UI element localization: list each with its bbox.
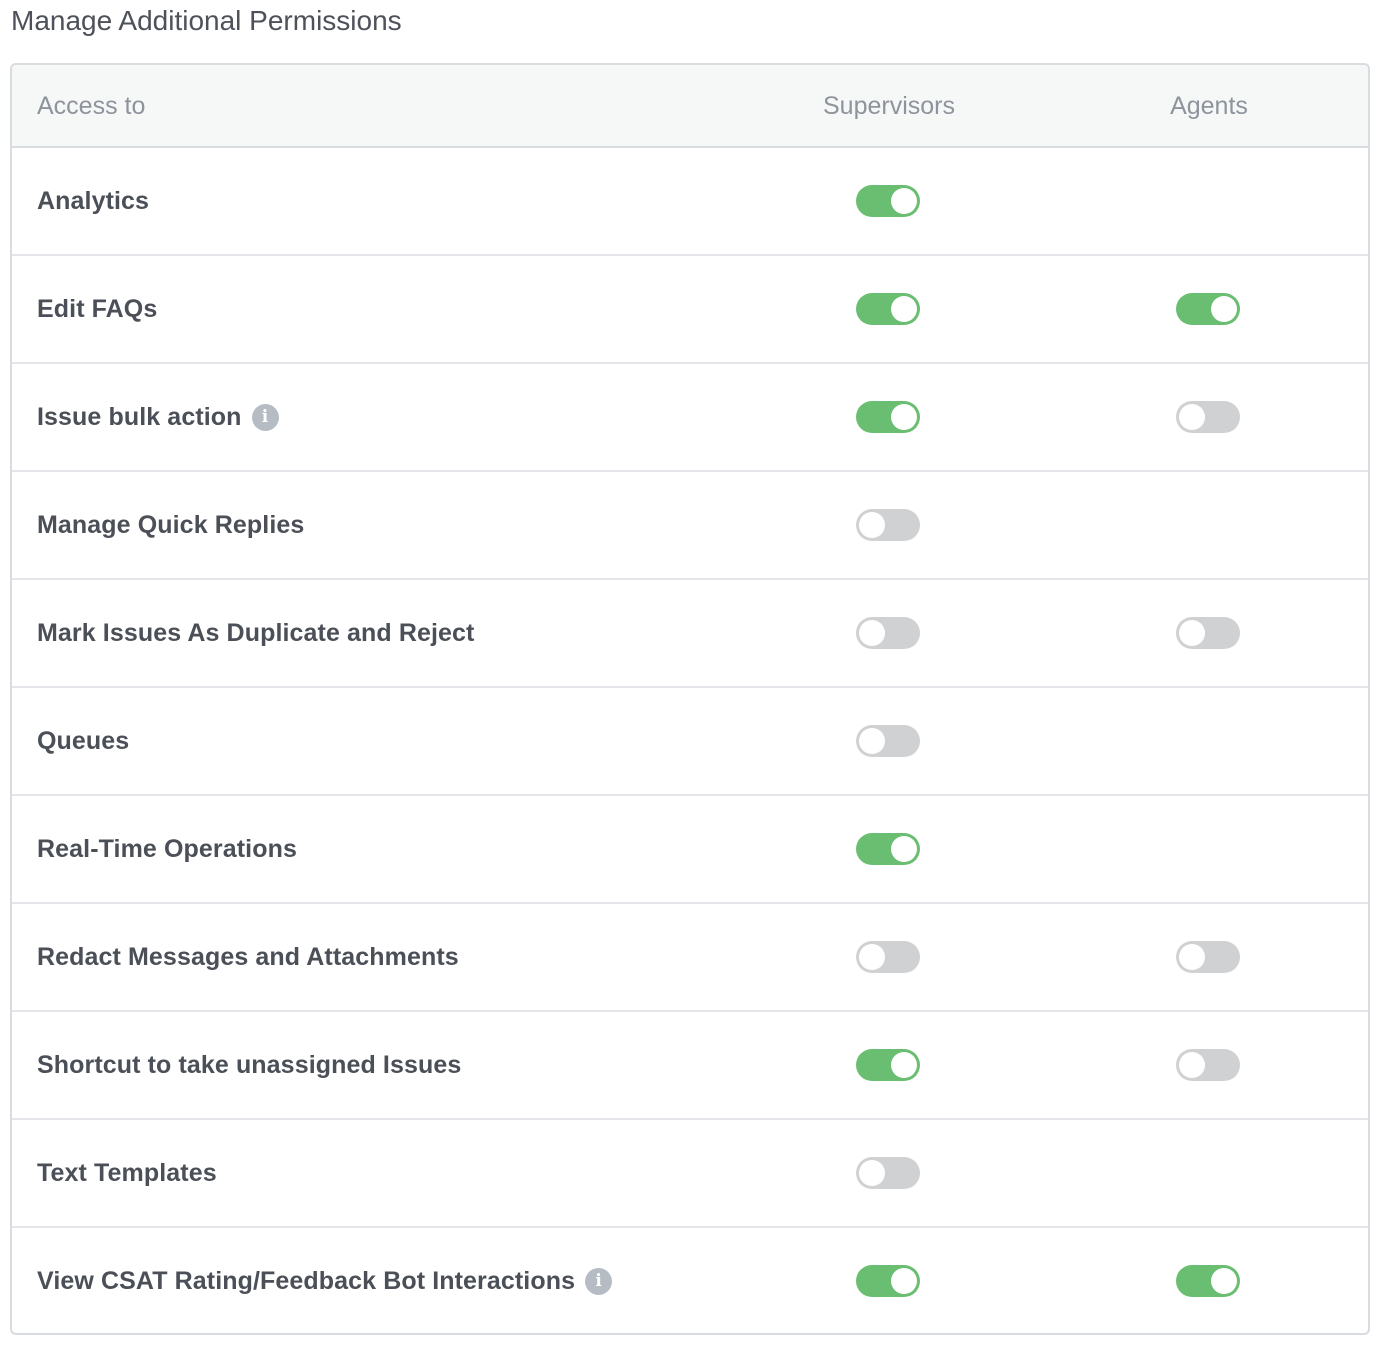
- permission-label: Queuesi: [37, 688, 129, 794]
- toggle-knob: [1211, 1268, 1237, 1294]
- supervisors-toggle[interactable]: [856, 1265, 920, 1297]
- supervisors-toggle[interactable]: [856, 725, 920, 757]
- agents-cell: [1176, 364, 1240, 470]
- table-row: Manage Quick Repliesi: [12, 472, 1368, 580]
- table-header: Access to Supervisors Agents: [12, 65, 1368, 148]
- permission-label: Mark Issues As Duplicate and Rejecti: [37, 580, 474, 686]
- permission-name: Redact Messages and Attachments: [37, 942, 459, 971]
- toggle-knob: [1211, 296, 1237, 322]
- permission-name: Edit FAQs: [37, 294, 158, 323]
- info-icon[interactable]: i: [251, 403, 279, 431]
- supervisors-cell: [856, 256, 920, 362]
- permission-label: View CSAT Rating/Feedback Bot Interactio…: [37, 1228, 613, 1333]
- permission-label: Manage Quick Repliesi: [37, 472, 304, 578]
- permission-label: Real-Time Operationsi: [37, 796, 297, 902]
- page-title: Manage Additional Permissions: [11, 5, 402, 36]
- supervisors-toggle[interactable]: [856, 833, 920, 865]
- supervisors-cell: [856, 472, 920, 578]
- agents-cell: [1176, 1228, 1240, 1333]
- permission-label: Analyticsi: [37, 148, 149, 254]
- toggle-knob: [891, 836, 917, 862]
- toggle-knob: [1179, 1052, 1205, 1078]
- agents-cell: [1176, 904, 1240, 1010]
- supervisors-toggle[interactable]: [856, 401, 920, 433]
- toggle-knob: [1179, 620, 1205, 646]
- agents-cell: [1176, 1012, 1240, 1118]
- toggle-knob: [859, 728, 885, 754]
- toggle-knob: [859, 944, 885, 970]
- agents-toggle[interactable]: [1176, 941, 1240, 973]
- toggle-knob: [891, 188, 917, 214]
- supervisors-cell: [856, 688, 920, 794]
- permission-name: Mark Issues As Duplicate and Reject: [37, 618, 475, 647]
- table-row: Shortcut to take unassigned Issuesi: [12, 1012, 1368, 1120]
- permission-name: Manage Quick Replies: [37, 510, 305, 539]
- toggle-knob: [1179, 944, 1205, 970]
- table-row: Real-Time Operationsi: [12, 796, 1368, 904]
- toggle-knob: [859, 1160, 885, 1186]
- supervisors-toggle[interactable]: [856, 1157, 920, 1189]
- permission-name: Text Templates: [37, 1158, 217, 1187]
- table-row: Edit FAQsi: [12, 256, 1368, 364]
- supervisors-cell: [856, 796, 920, 902]
- toggle-knob: [859, 512, 885, 538]
- permission-label: Redact Messages and Attachmentsi: [37, 904, 459, 1010]
- supervisors-cell: [856, 148, 920, 254]
- permission-label: Issue bulk action i: [37, 364, 279, 470]
- supervisors-toggle[interactable]: [856, 941, 920, 973]
- agents-toggle[interactable]: [1176, 1049, 1240, 1081]
- supervisors-cell: [856, 1120, 920, 1226]
- supervisors-toggle[interactable]: [856, 617, 920, 649]
- supervisors-toggle[interactable]: [856, 185, 920, 217]
- supervisors-cell: [856, 904, 920, 1010]
- table-row: Redact Messages and Attachmentsi: [12, 904, 1368, 1012]
- column-header-supervisors: Supervisors: [823, 92, 955, 120]
- agents-cell: [1176, 580, 1240, 686]
- supervisors-cell: [856, 1228, 920, 1333]
- column-header-access-to: Access to: [37, 92, 146, 120]
- table-row: Issue bulk action i: [12, 364, 1368, 472]
- info-icon[interactable]: i: [585, 1267, 613, 1295]
- supervisors-toggle[interactable]: [856, 1049, 920, 1081]
- supervisors-cell: [856, 364, 920, 470]
- toggle-knob: [891, 404, 917, 430]
- agents-cell: [1176, 256, 1240, 362]
- toggle-knob: [891, 296, 917, 322]
- permission-label: Edit FAQsi: [37, 256, 157, 362]
- table-row: View CSAT Rating/Feedback Bot Interactio…: [12, 1228, 1368, 1333]
- permissions-table: Access to Supervisors Agents Analyticsi …: [10, 63, 1370, 1335]
- permission-name: Shortcut to take unassigned Issues: [37, 1050, 462, 1079]
- permission-label: Shortcut to take unassigned Issuesi: [37, 1012, 461, 1118]
- table-body: Analyticsi Edit FAQsi Issue bulk actioni…: [12, 148, 1368, 1333]
- permission-name: Real-Time Operations: [37, 834, 297, 863]
- permission-name: View CSAT Rating/Feedback Bot Interactio…: [37, 1266, 576, 1295]
- table-row: Queuesi: [12, 688, 1368, 796]
- supervisors-cell: [856, 1012, 920, 1118]
- permission-label: Text Templatesi: [37, 1120, 217, 1226]
- agents-toggle[interactable]: [1176, 617, 1240, 649]
- permission-name: Queues: [37, 726, 130, 755]
- agents-toggle[interactable]: [1176, 293, 1240, 325]
- permission-name: Analytics: [37, 186, 150, 215]
- supervisors-toggle[interactable]: [856, 509, 920, 541]
- supervisors-toggle[interactable]: [856, 293, 920, 325]
- table-row: Mark Issues As Duplicate and Rejecti: [12, 580, 1368, 688]
- agents-toggle[interactable]: [1176, 401, 1240, 433]
- table-row: Text Templatesi: [12, 1120, 1368, 1228]
- toggle-knob: [891, 1052, 917, 1078]
- toggle-knob: [859, 620, 885, 646]
- toggle-knob: [891, 1268, 917, 1294]
- permission-name: Issue bulk action: [37, 402, 242, 431]
- table-row: Analyticsi: [12, 148, 1368, 256]
- column-header-agents: Agents: [1170, 92, 1248, 120]
- toggle-knob: [1179, 404, 1205, 430]
- agents-toggle[interactable]: [1176, 1265, 1240, 1297]
- supervisors-cell: [856, 580, 920, 686]
